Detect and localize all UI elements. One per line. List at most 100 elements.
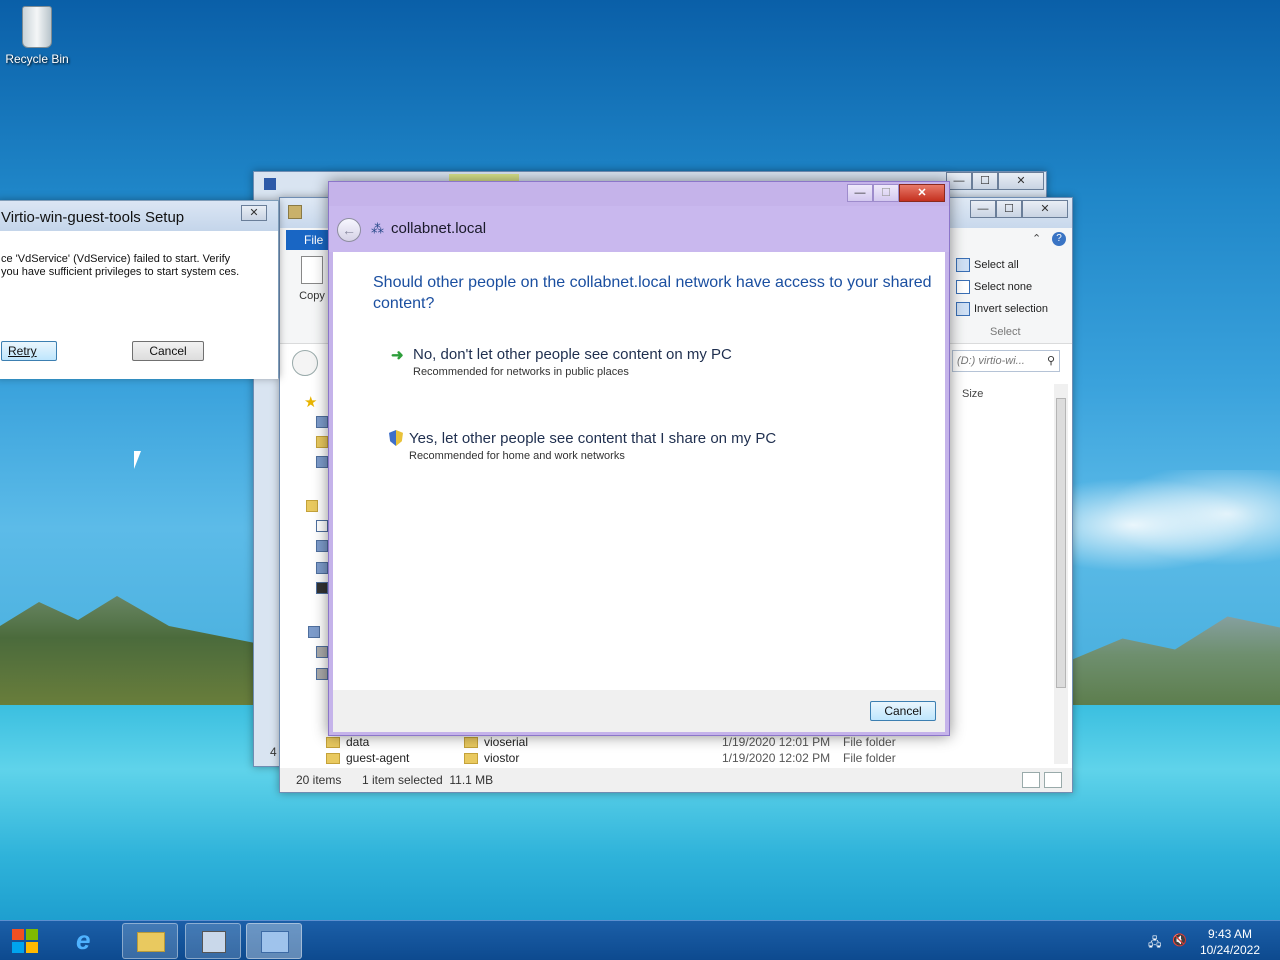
network-dialog-title: collabnet.local [391,220,487,237]
details-view-button[interactable] [1022,772,1040,788]
explorer-maximize-button[interactable]: ☐ [996,200,1022,218]
back-window-maximize-button[interactable]: ☐ [972,172,998,190]
windows-logo-blue [12,942,24,953]
file-type: File folder [843,751,896,765]
list-item[interactable]: viostor [464,751,519,765]
select-none-button[interactable]: Select none [956,280,1032,294]
select-all-label: Select all [974,259,1019,271]
wallpaper-clouds [1070,470,1280,580]
wallpaper-mountains-left [0,596,260,710]
windows-logo-yellow [26,942,38,953]
network-tray-icon[interactable]: 🖧 [1148,933,1164,949]
taskbar-file-explorer[interactable] [122,923,178,959]
option-yes-share[interactable]: Yes, let other people see content that I… [409,430,776,462]
scrollbar-thumb[interactable] [1056,398,1066,688]
setup-dialog-body: ce 'VdService' (VdService) failed to sta… [0,231,278,379]
option-no-sublabel: Recommended for networks in public place… [413,366,629,378]
option-yes-label: Yes, let other people see content that I… [409,430,777,447]
select-none-label: Select none [974,281,1033,293]
search-box-text: (D:) virtio-wi... [957,355,1025,367]
start-button[interactable] [12,929,40,955]
ribbon-collapse-icon[interactable]: ⌃ [1032,232,1041,245]
network-cancel-button[interactable]: Cancel [870,701,936,721]
nav-music-icon[interactable] [316,540,328,552]
network-center-icon [261,931,289,953]
wallpaper-mountains-right [1070,616,1280,710]
status-selection: 1 item selected 11.1 MB [362,773,494,787]
explorer-minimize-button[interactable]: — [970,200,996,218]
help-icon[interactable]: ? [1052,232,1066,246]
uac-shield-icon [389,430,403,446]
taskbar-clock[interactable]: 9:43 AM 10/24/2022 [1200,926,1260,958]
invert-selection-icon [956,302,970,316]
network-icon: ⁂ [371,221,384,236]
option-no-share[interactable]: No, don't let other people see content o… [413,346,732,378]
left-item-count: 4 [270,745,277,759]
nav-folder-label: data [346,735,370,749]
volume-muted-icon[interactable]: 🔇 [1172,933,1188,947]
back-window-close-button[interactable]: ✕ [998,172,1044,190]
favorites-star-icon: ★ [304,394,318,411]
folder-icon [464,753,478,765]
setup-dialog[interactable]: Virtio-win-guest-tools Setup ✕ ce 'VdSer… [0,200,279,379]
file-list-scrollbar[interactable] [1054,384,1068,764]
mouse-cursor [134,451,141,469]
folder-icon [464,737,478,749]
select-all-button[interactable]: Select all [956,258,1019,272]
windows-logo-green [26,929,38,940]
windows-logo-red [12,929,24,940]
nav-documents-icon[interactable] [316,520,328,532]
invert-selection-label: Invert selection [974,303,1048,315]
option-yes-sublabel: Recommended for home and work networks [409,450,625,462]
net-minimize-button[interactable]: — [847,184,873,202]
nav-desktop-icon[interactable] [316,416,328,428]
file-explorer-icon [137,932,165,952]
nav-folder-data[interactable]: data [326,735,369,749]
file-date: 1/19/2020 12:02 PM [722,751,831,765]
nav-libraries-icon[interactable] [306,500,318,512]
setup-program-icon [202,931,226,953]
nav-downloads-icon[interactable] [316,436,328,448]
recycle-bin-desktop-icon[interactable]: Recycle Bin [2,6,72,66]
taskbar-setup-program[interactable] [185,923,241,959]
net-close-button[interactable]: ✕ [899,184,945,202]
recycle-bin-label: Recycle Bin [5,52,69,66]
network-dialog-footer: Cancel [333,690,945,732]
file-name: viostor [484,751,520,765]
green-arrow-icon: ➜ [391,347,404,364]
column-header-size[interactable]: Size [962,388,983,400]
setup-dialog-title: Virtio-win-guest-tools Setup [0,201,278,231]
network-dialog-content: Should other people on the collabnet.loc… [333,252,945,690]
list-item[interactable]: vioserial [464,735,528,749]
copy-button[interactable]: Copy [292,256,332,302]
taskbar-network-center[interactable] [246,923,302,959]
nav-pictures-icon[interactable] [316,562,328,574]
back-arrow-icon[interactable]: ← [337,218,361,242]
network-sharing-dialog[interactable]: — ☐ ✕ ← ⁂ collabnet.local Should other p… [328,181,950,736]
large-icons-view-button[interactable] [1044,772,1062,788]
search-box[interactable]: (D:) virtio-wi... ⚲ [952,350,1060,372]
retry-button[interactable]: Retry [1,341,57,361]
setup-close-button[interactable]: ✕ [241,205,267,221]
recycle-bin-icon [22,6,52,48]
back-nav-button[interactable] [292,350,318,376]
nav-local-disk-icon[interactable] [316,646,328,658]
file-name: vioserial [484,735,529,749]
folder-icon [326,753,340,765]
internet-explorer-icon[interactable]: e [76,925,90,956]
setup-cancel-button[interactable]: Cancel [132,341,204,361]
nav-folder-guest-agent[interactable]: guest-agent [326,751,409,765]
clock-time: 9:43 AM [1207,927,1252,941]
nav-dvd-drive-icon[interactable] [316,668,328,680]
file-date: 1/19/2020 12:01 PM [722,735,831,749]
nav-recent-icon[interactable] [316,456,328,468]
nav-computer-icon[interactable] [308,626,320,638]
invert-selection-button[interactable]: Invert selection [956,302,1048,316]
nav-videos-icon[interactable] [316,582,328,594]
network-dialog-header: ← ⁂ collabnet.local [329,206,949,252]
nav-folder-label: guest-agent [346,751,410,765]
explorer-close-button[interactable]: ✕ [1022,200,1068,218]
select-group-label: Select [990,326,1021,338]
back-window-app-icon [264,178,276,190]
copy-label: Copy [299,290,325,302]
